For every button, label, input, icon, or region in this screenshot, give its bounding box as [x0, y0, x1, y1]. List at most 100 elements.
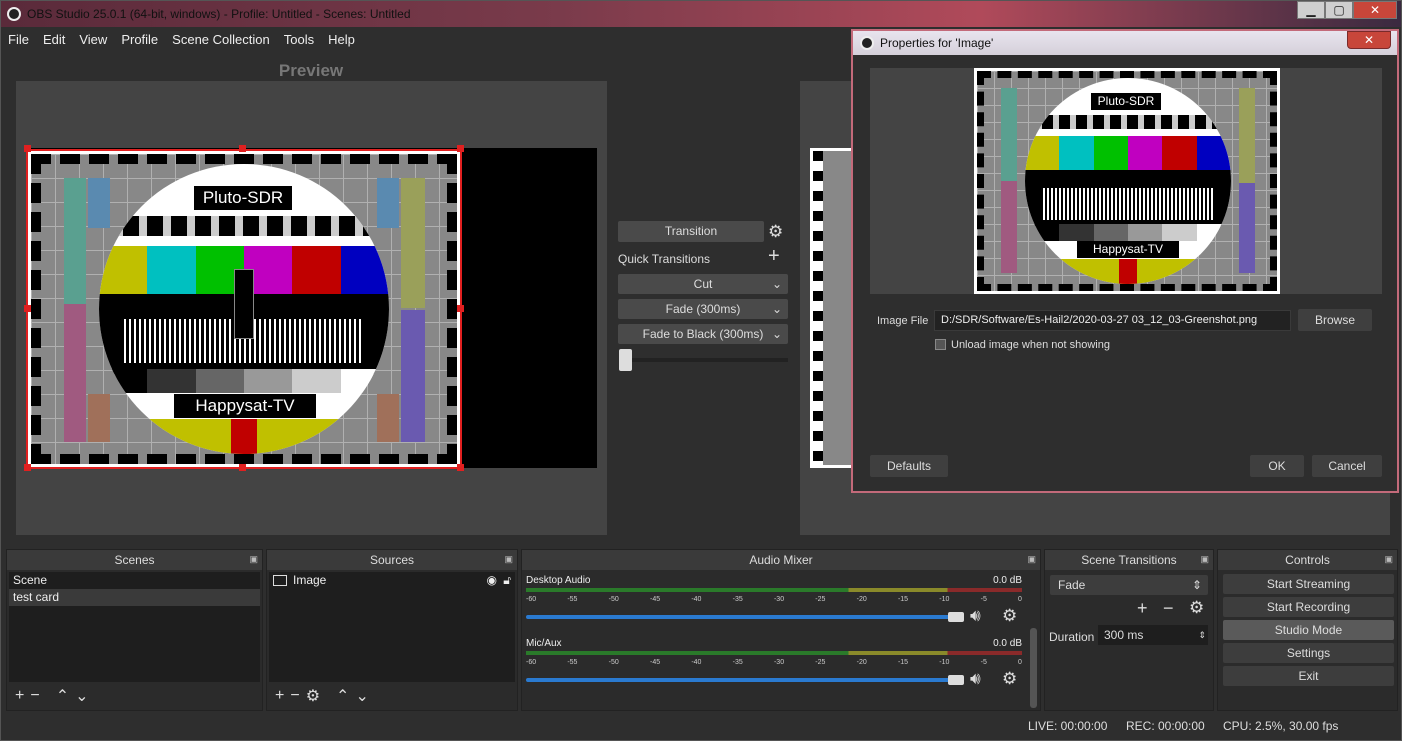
ok-button[interactable]: OK: [1250, 455, 1304, 477]
dialog-testcard-bottom-label: Happysat-TV: [1077, 241, 1179, 258]
quick-transition-cut[interactable]: Cut ⌄: [618, 274, 788, 294]
transition-select[interactable]: Fade ⇕: [1050, 575, 1208, 595]
eye-icon[interactable]: ◉: [487, 572, 497, 589]
resize-handle[interactable]: [239, 145, 246, 152]
menu-edit[interactable]: Edit: [36, 29, 72, 51]
minus-icon[interactable]: −: [1163, 598, 1174, 619]
gear-icon[interactable]: ⚙: [1002, 669, 1017, 689]
close-button[interactable]: ✕: [1353, 1, 1397, 19]
list-item[interactable]: Scene: [9, 572, 260, 589]
volume-meter: [526, 588, 1022, 592]
menu-bar: File Edit View Profile Scene Collection …: [1, 29, 362, 51]
unload-checkbox[interactable]: [935, 339, 946, 350]
live-status: LIVE: 00:00:00: [1028, 719, 1108, 733]
resize-handle[interactable]: [457, 145, 464, 152]
volume-slider-handle[interactable]: [948, 612, 964, 622]
resize-handle[interactable]: [239, 464, 246, 471]
minus-icon[interactable]: −: [30, 687, 39, 705]
minimize-button[interactable]: ▁: [1297, 1, 1325, 19]
chevron-down-icon[interactable]: ⌄: [772, 274, 782, 294]
spinner-icon[interactable]: ⇕: [1198, 625, 1206, 645]
arrow-down-icon[interactable]: ⌄: [75, 686, 88, 706]
resize-handle[interactable]: [457, 305, 464, 312]
studio-mode-button[interactable]: Studio Mode: [1223, 620, 1394, 640]
channel-level: 0.0 dB: [993, 575, 1022, 586]
gear-icon[interactable]: ⚙: [1189, 598, 1204, 618]
gear-icon[interactable]: ⚙: [768, 222, 783, 242]
list-item[interactable]: test card: [9, 589, 260, 606]
quick-transition-fade-to-black[interactable]: Fade to Black (300ms) ⌄: [618, 324, 788, 344]
menu-tools[interactable]: Tools: [277, 29, 321, 51]
chevron-down-icon[interactable]: ⌄: [772, 324, 782, 344]
scenes-dock: Scenes ▣ Scene test card + − ⌃ ⌄: [6, 549, 263, 711]
resize-handle[interactable]: [24, 305, 31, 312]
plus-icon[interactable]: +: [1137, 598, 1148, 619]
browse-button[interactable]: Browse: [1298, 309, 1372, 331]
quick-transition-fade[interactable]: Fade (300ms) ⌄: [618, 299, 788, 319]
arrow-down-icon[interactable]: ⌄: [355, 686, 368, 706]
volume-slider[interactable]: [526, 678, 956, 682]
volume-meter: [526, 651, 1022, 655]
sources-dock-title: Sources: [267, 550, 517, 570]
image-icon: [273, 575, 287, 587]
minus-icon[interactable]: −: [290, 687, 299, 705]
resize-handle[interactable]: [24, 145, 31, 152]
plus-icon[interactable]: +: [275, 687, 284, 705]
resize-handle[interactable]: [24, 464, 31, 471]
exit-button[interactable]: Exit: [1223, 666, 1394, 686]
speaker-icon[interactable]: 🔊︎: [970, 669, 981, 689]
menu-help[interactable]: Help: [321, 29, 362, 51]
window-title: OBS Studio 25.0.1 (64-bit, windows) - Pr…: [27, 7, 411, 21]
menu-view[interactable]: View: [72, 29, 114, 51]
transition-slider-handle[interactable]: [619, 349, 632, 371]
volume-slider-handle[interactable]: [948, 675, 964, 685]
unload-label: Unload image when not showing: [951, 339, 1110, 351]
menu-scene-collection[interactable]: Scene Collection: [165, 29, 277, 51]
start-recording-button[interactable]: Start Recording: [1223, 597, 1394, 617]
transition-button[interactable]: Transition: [618, 221, 764, 242]
float-icon[interactable]: ▣: [1200, 554, 1209, 565]
gear-icon[interactable]: ⚙: [1002, 606, 1017, 626]
lock-icon[interactable]: 🔓︎: [503, 572, 511, 589]
arrow-up-icon[interactable]: ⌃: [336, 686, 349, 706]
menu-profile[interactable]: Profile: [114, 29, 165, 51]
preview-pane[interactable]: Pluto-SDR Happysat-TV: [16, 81, 607, 535]
menu-file[interactable]: File: [1, 29, 36, 51]
obs-logo-icon: [860, 36, 874, 50]
float-icon[interactable]: ▣: [1384, 554, 1393, 565]
float-icon[interactable]: ▣: [249, 554, 258, 565]
plus-icon[interactable]: +: [768, 245, 780, 268]
dialog-title-bar: Properties for 'Image' ✕: [853, 31, 1397, 55]
chevron-down-icon[interactable]: ⇕: [1192, 575, 1202, 595]
cancel-button[interactable]: Cancel: [1312, 455, 1382, 477]
maximize-button[interactable]: ▢: [1325, 1, 1353, 19]
defaults-button[interactable]: Defaults: [870, 455, 948, 477]
image-file-field[interactable]: D:/SDR/Software/Es-Hail2/2020-03-27 03_1…: [934, 310, 1291, 331]
speaker-icon[interactable]: 🔊︎: [970, 606, 981, 626]
duration-input[interactable]: 300 ms ⇕: [1098, 625, 1208, 645]
dialog-close-button[interactable]: ✕: [1347, 31, 1391, 49]
program-testcard: [810, 148, 855, 468]
plus-icon[interactable]: +: [15, 687, 24, 705]
chevron-down-icon[interactable]: ⌄: [772, 299, 782, 319]
gear-icon[interactable]: ⚙: [306, 686, 320, 706]
mixer-scrollbar[interactable]: [1030, 628, 1037, 708]
source-list: Image ◉ 🔓︎: [269, 572, 515, 682]
settings-button[interactable]: Settings: [1223, 643, 1394, 663]
start-streaming-button[interactable]: Start Streaming: [1223, 574, 1394, 594]
float-icon[interactable]: ▣: [504, 554, 513, 565]
duration-label: Duration: [1049, 630, 1095, 644]
arrow-up-icon[interactable]: ⌃: [56, 686, 69, 706]
transition-slider[interactable]: [626, 358, 788, 362]
sources-toolbar: + − ⚙ ⌃ ⌄: [269, 684, 515, 708]
resize-handle[interactable]: [457, 464, 464, 471]
volume-slider[interactable]: [526, 615, 956, 619]
dialog-preview: Pluto-SDR Happysat-TV: [870, 68, 1382, 294]
list-item[interactable]: Image ◉ 🔓︎: [269, 572, 515, 589]
obs-logo-icon: [7, 7, 21, 21]
audio-mixer-dock: Audio Mixer ▣ Desktop Audio 0.0 dB -60 -5…: [521, 549, 1041, 711]
scenes-toolbar: + − ⌃ ⌄: [9, 684, 260, 708]
float-icon[interactable]: ▣: [1027, 554, 1036, 565]
scene-list: Scene test card: [9, 572, 260, 682]
controls-title: Controls: [1218, 550, 1397, 570]
